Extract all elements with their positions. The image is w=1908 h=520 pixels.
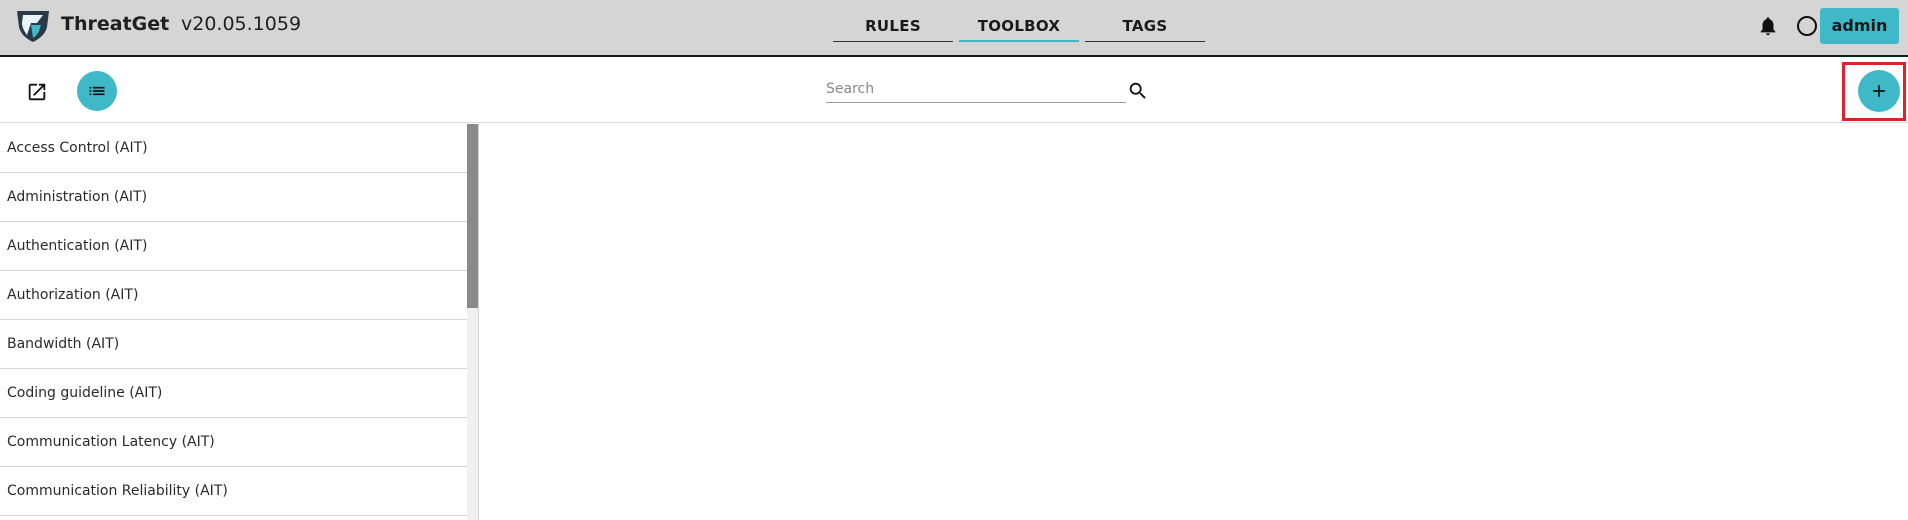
open-in-new-icon[interactable]: [26, 81, 48, 103]
tab-rules[interactable]: RULES: [833, 0, 953, 57]
scrollbar-thumb[interactable]: [467, 124, 478, 308]
search-icon[interactable]: [1127, 80, 1149, 102]
app-name: ThreatGet: [61, 13, 170, 35]
add-button[interactable]: [1858, 70, 1900, 112]
list-item[interactable]: Administration (AIT): [0, 173, 468, 222]
list-item[interactable]: Access Control (AIT): [0, 124, 468, 173]
user-menu-button[interactable]: admin: [1820, 8, 1899, 44]
list-item[interactable]: Authorization (AIT): [0, 271, 468, 320]
search-input[interactable]: [826, 77, 1126, 101]
toolbar: [0, 59, 1908, 123]
circle-icon[interactable]: [1797, 16, 1817, 36]
category-list: Access Control (AIT) Administration (AIT…: [0, 124, 479, 520]
search-field: [826, 77, 1126, 103]
list-item[interactable]: Coding guideline (AIT): [0, 369, 468, 418]
list-item[interactable]: Communication Latency (AIT): [0, 418, 468, 467]
list-icon: [89, 86, 105, 96]
panel-divider: [478, 124, 479, 520]
bell-icon[interactable]: [1757, 15, 1779, 37]
list-item[interactable]: Bandwidth (AIT): [0, 320, 468, 369]
tab-tags[interactable]: TAGS: [1085, 0, 1205, 57]
main-tabs: RULES TOOLBOX TAGS: [833, 0, 1205, 57]
plus-icon: [1873, 85, 1885, 97]
shield-logo-icon[interactable]: [15, 9, 51, 43]
list-item[interactable]: Communication Reliability (AIT): [0, 467, 468, 516]
app-version: v20.05.1059: [181, 13, 302, 35]
top-bar: ThreatGet v20.05.1059 RULES TOOLBOX TAGS…: [0, 0, 1908, 57]
list-item[interactable]: Authentication (AIT): [0, 222, 468, 271]
list-view-button[interactable]: [77, 71, 117, 111]
tab-toolbox[interactable]: TOOLBOX: [959, 0, 1079, 57]
